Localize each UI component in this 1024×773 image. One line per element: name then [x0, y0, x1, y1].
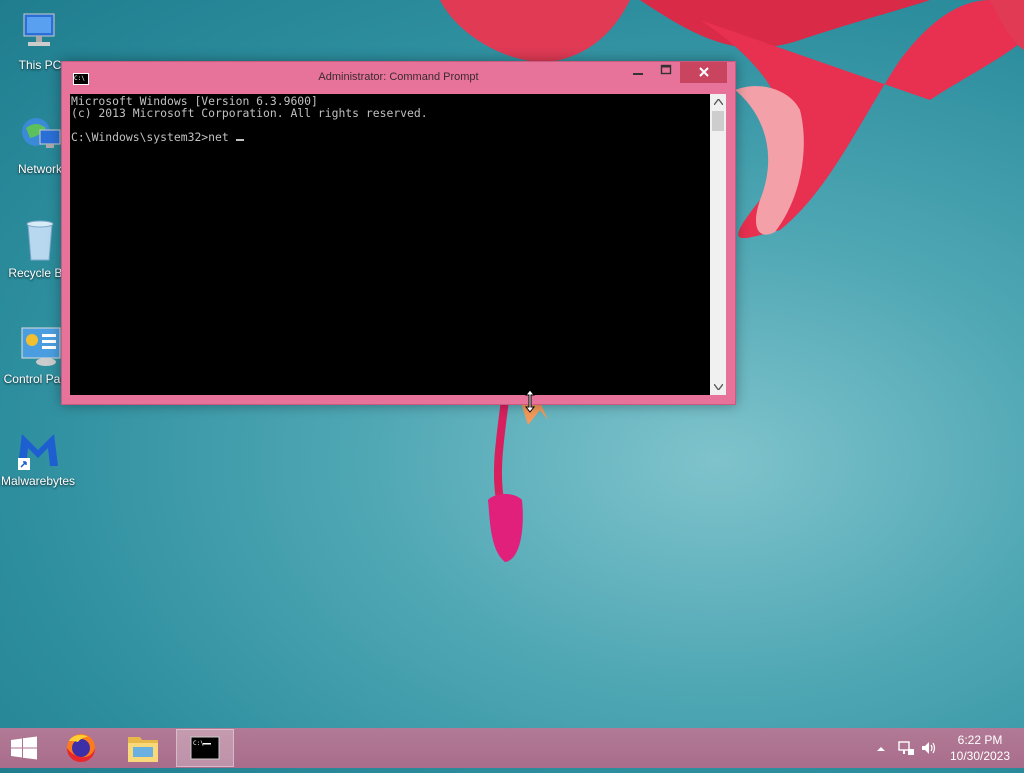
resize-cursor-icon	[524, 389, 536, 413]
maximize-button[interactable]	[652, 62, 680, 83]
minimize-icon	[633, 73, 643, 75]
clock-date: 10/30/2023	[949, 749, 1011, 763]
system-tray	[870, 728, 940, 768]
volume-icon[interactable]	[921, 740, 937, 756]
computer-icon	[16, 8, 64, 56]
svg-text:C:\: C:\	[193, 740, 204, 747]
clock-time: 6:22 PM	[957, 733, 1003, 747]
show-hidden-icons-chevron-icon[interactable]	[876, 744, 886, 754]
desktop-icon-malwarebytes[interactable]: Malwarebytes	[0, 424, 76, 488]
desktop-icon-label: Malwarebytes	[0, 474, 76, 488]
scrollbar-thumb[interactable]	[712, 111, 724, 131]
control-panel-icon	[16, 322, 64, 370]
firefox-icon	[67, 734, 95, 762]
title-bar[interactable]: C:\ Administrator: Command Prompt	[62, 62, 735, 92]
taskbar-firefox[interactable]	[52, 729, 110, 767]
command-prompt-icon: C:\	[190, 736, 220, 760]
console-prompt-line: C:\Windows\system32>net	[71, 131, 709, 143]
console-prompt-text: C:\Windows\system32>net	[71, 130, 236, 144]
malwarebytes-icon	[14, 424, 62, 472]
minimize-button[interactable]	[624, 62, 652, 83]
console-line: (c) 2013 Microsoft Corporation. All righ…	[71, 106, 428, 120]
taskbar-file-explorer[interactable]	[114, 729, 172, 767]
command-prompt-window[interactable]: C:\ Administrator: Command Prompt Micros…	[61, 61, 736, 405]
network-icon	[16, 112, 64, 160]
vertical-scrollbar[interactable]	[710, 94, 726, 395]
close-icon	[698, 67, 709, 77]
scroll-down-arrow-icon[interactable]	[710, 379, 726, 395]
taskbar-clock[interactable]: 6:22 PM 10/30/2023	[940, 732, 1020, 764]
console-output[interactable]: Microsoft Windows [Version 6.3.9600] (c) …	[70, 94, 710, 395]
scroll-up-arrow-icon[interactable]	[710, 94, 726, 110]
start-button[interactable]	[0, 728, 48, 768]
network-status-icon[interactable]	[898, 740, 914, 756]
start-icon	[11, 736, 37, 760]
maximize-icon	[660, 64, 672, 75]
text-cursor	[235, 139, 244, 141]
taskbar: C:\ 6:22 PM 10/30/2023	[0, 728, 1024, 768]
taskbar-command-prompt[interactable]: C:\	[176, 729, 234, 767]
file-explorer-icon	[128, 737, 158, 762]
close-button[interactable]	[680, 62, 727, 83]
recycle-bin-icon	[16, 216, 64, 264]
